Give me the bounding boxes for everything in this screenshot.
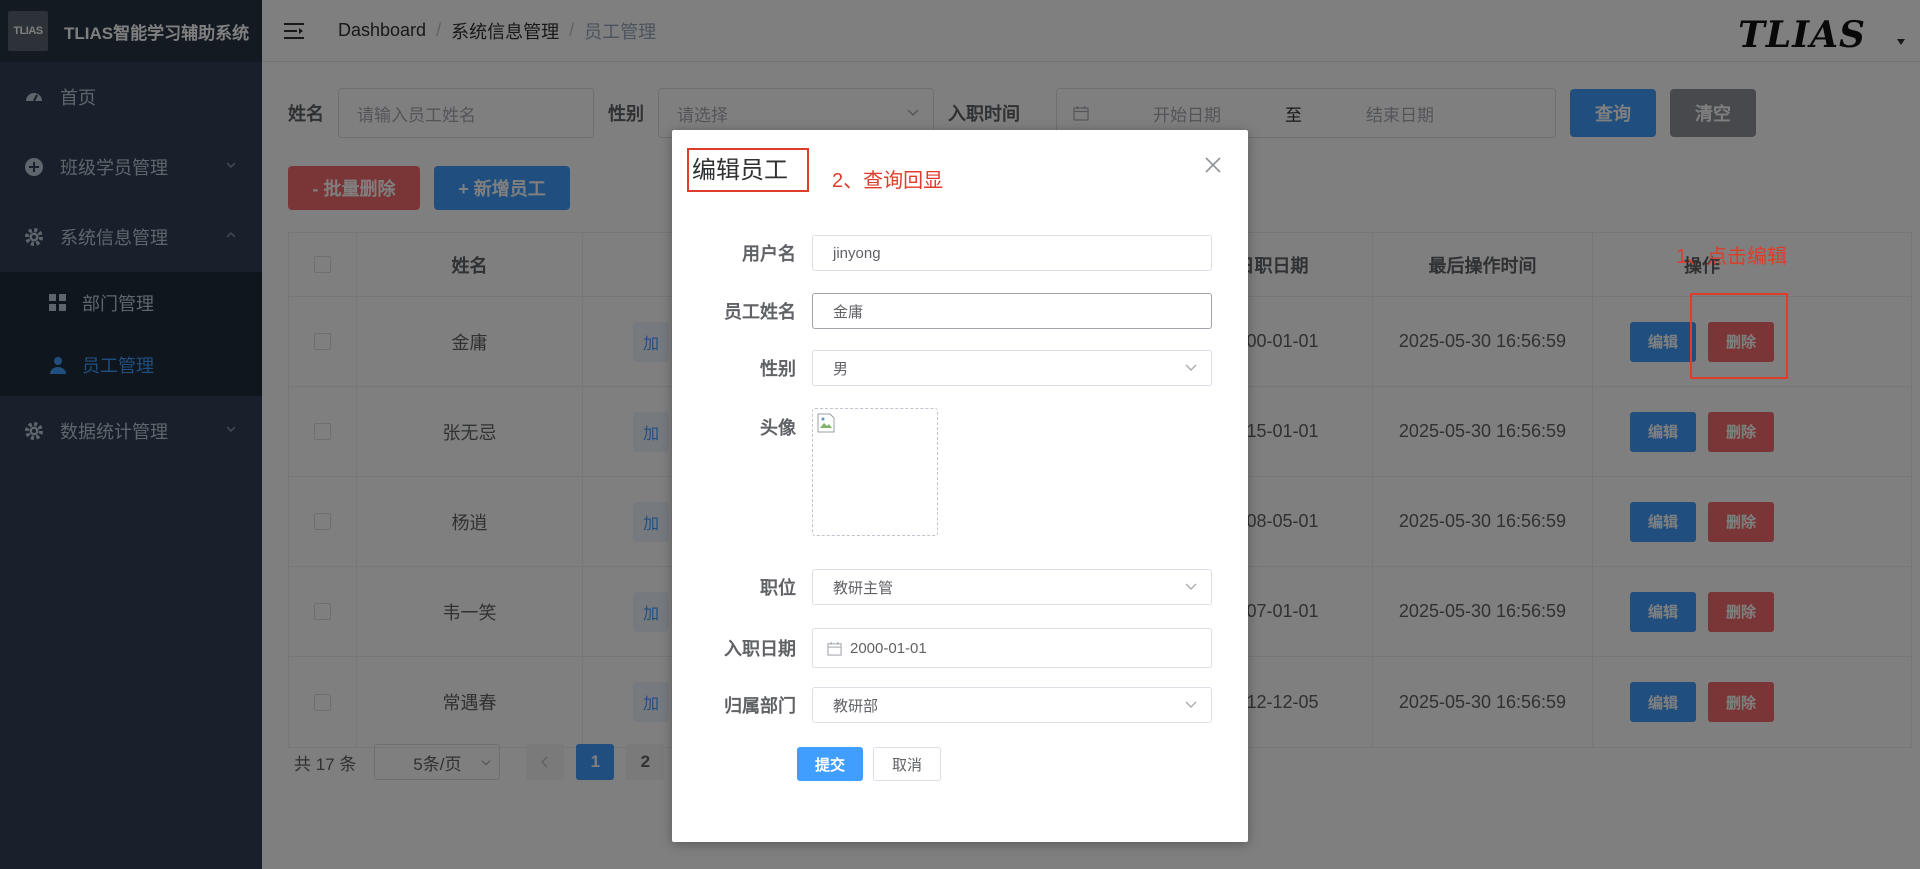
- cancel-button[interactable]: 取消: [873, 747, 942, 781]
- job-select[interactable]: 教研主管: [812, 569, 1212, 605]
- form-row-name: 员工姓名 金庸: [692, 293, 1212, 329]
- job-value: 教研主管: [833, 579, 894, 597]
- form-row-department: 归属部门 教研部: [692, 687, 1212, 723]
- chevron-down-icon: [1185, 701, 1197, 708]
- entry-date-label: 入职日期: [724, 639, 796, 659]
- edit-employee-dialog: 编辑员工 2、查询回显 用户名 jinyong 员工姓名 金庸 性别 男 头像 …: [672, 130, 1248, 842]
- broken-image-icon: [817, 413, 835, 433]
- form-row-username: 用户名 jinyong: [692, 235, 1212, 271]
- job-label: 职位: [760, 578, 796, 598]
- chevron-down-icon: [1185, 583, 1197, 590]
- form-row-avatar: 头像: [692, 408, 1212, 536]
- entry-date-picker[interactable]: 2000-01-01: [812, 628, 1212, 668]
- close-icon[interactable]: [1204, 156, 1222, 174]
- form-row-gender: 性别 男: [692, 350, 1212, 386]
- chevron-down-icon: [1185, 364, 1197, 371]
- submit-button[interactable]: 提交: [797, 747, 864, 781]
- annotation-step2: 2、查询回显: [832, 170, 944, 192]
- entry-date-value: 2000-01-01: [850, 639, 927, 657]
- dialog-footer: 提交 取消: [797, 747, 942, 781]
- employee-name-input[interactable]: 金庸: [812, 293, 1212, 329]
- annotation-edit-highlight: [1690, 293, 1788, 379]
- employee-name-label: 员工姓名: [724, 302, 796, 322]
- username-label: 用户名: [742, 244, 796, 264]
- department-value: 教研部: [833, 697, 879, 715]
- calendar-icon: [827, 641, 842, 656]
- department-select[interactable]: 教研部: [812, 687, 1212, 723]
- department-label: 归属部门: [724, 696, 796, 716]
- annotation-title-highlight: [687, 148, 809, 192]
- annotation-step1: 1、点击编辑: [1676, 246, 1788, 268]
- gender-value: 男: [833, 360, 849, 378]
- gender-select[interactable]: 男: [812, 350, 1212, 386]
- form-row-entry-date: 入职日期 2000-01-01: [692, 628, 1212, 668]
- avatar-label: 头像: [760, 418, 796, 438]
- username-input[interactable]: jinyong: [812, 235, 1212, 271]
- avatar-uploader[interactable]: [812, 408, 938, 536]
- form-row-job: 职位 教研主管: [692, 569, 1212, 605]
- gender-label: 性别: [760, 359, 796, 379]
